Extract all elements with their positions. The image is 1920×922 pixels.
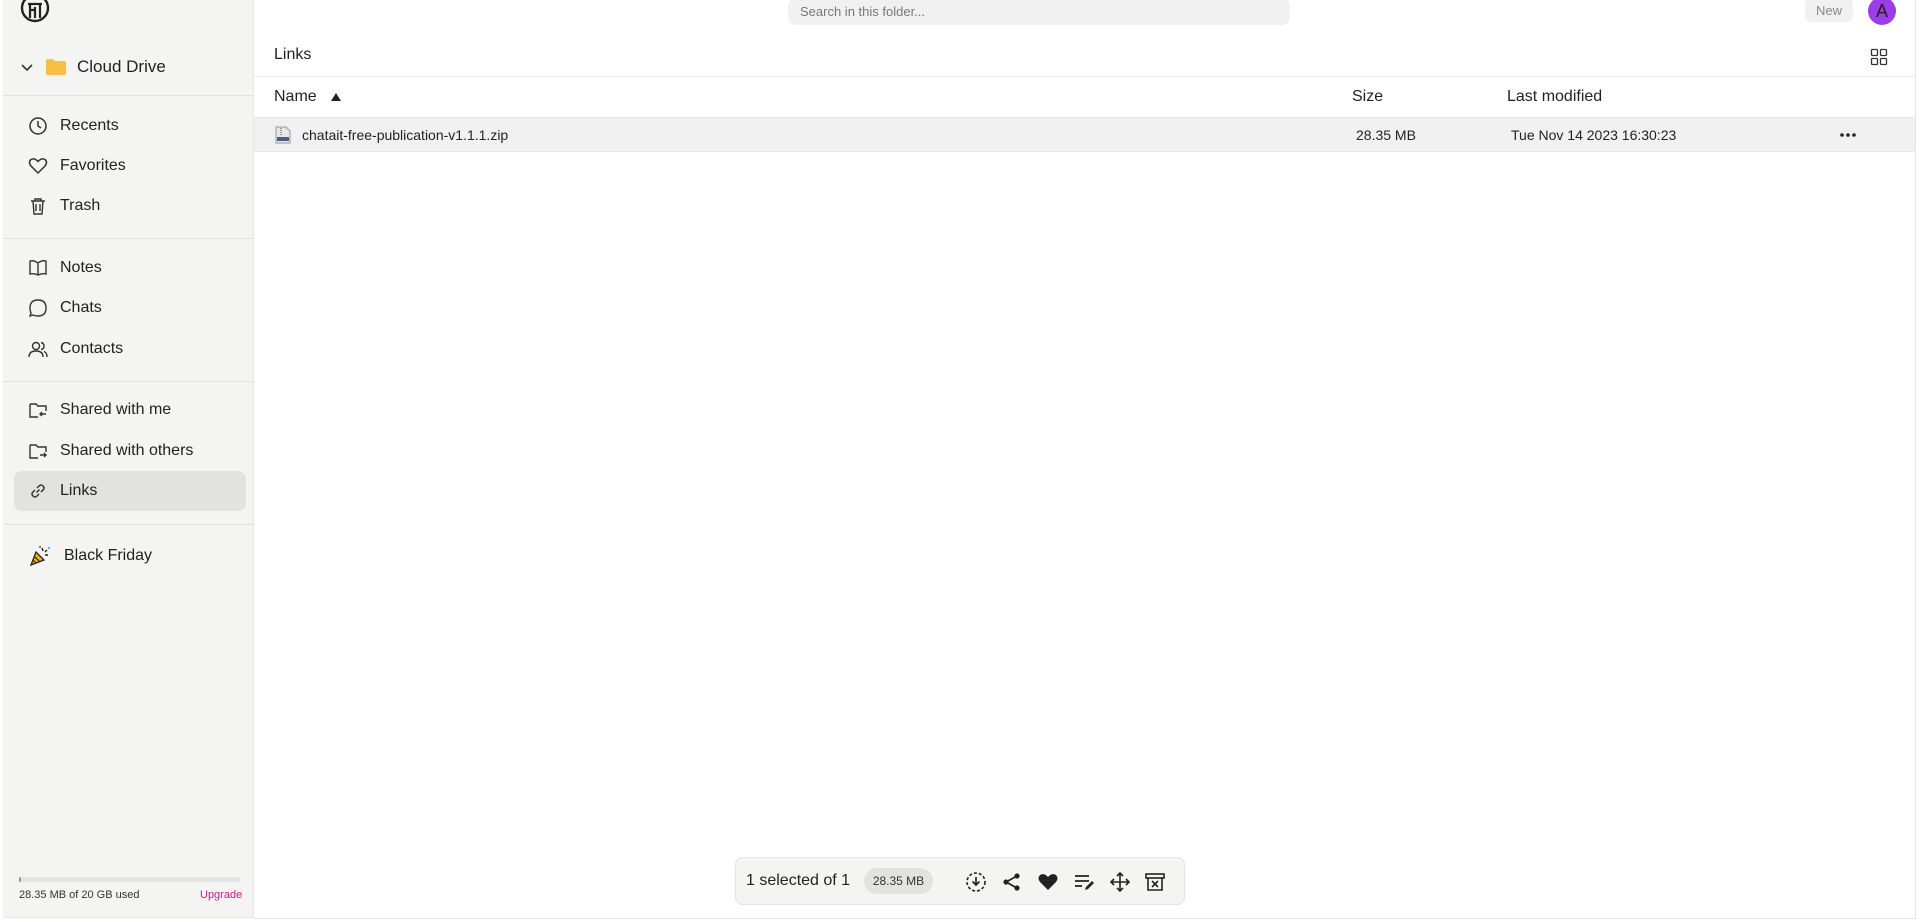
sidebar-item-black-friday[interactable]: Black Friday [14, 536, 246, 576]
cloud-drive-tree[interactable]: Cloud Drive [19, 52, 166, 82]
sidebar-item-label: Shared with me [60, 401, 172, 418]
storage-usage-fill [19, 877, 21, 882]
sort-ascending-icon[interactable] [330, 93, 341, 101]
sidebar-item-contacts[interactable]: Contacts [14, 329, 246, 369]
rename-button[interactable] [1072, 870, 1096, 894]
sidebar-item-trash[interactable]: Trash [14, 186, 246, 226]
table-row[interactable]: chatait-free-publication-v1.1.1.zip 28.3… [254, 118, 1916, 152]
heart-filled-icon [1038, 874, 1058, 890]
party-popper-icon [29, 546, 50, 567]
sidebar-item-shared-with-me[interactable]: Shared with me [14, 390, 246, 430]
sidebar-item-label: Black Friday [64, 547, 153, 564]
upgrade-link[interactable]: Upgrade [200, 889, 242, 901]
chevron-down-icon[interactable] [19, 59, 35, 75]
file-name[interactable]: chatait-free-publication-v1.1.1.zip [302, 127, 508, 143]
download-icon [966, 872, 986, 892]
sidebar-item-label: Favorites [60, 157, 126, 174]
file-modified-date: Tue Nov 14 2023 16:30:23 [1511, 127, 1677, 143]
sidebar-divider [3, 95, 254, 96]
new-button[interactable]: New [1805, 0, 1853, 22]
column-header-label: Last modified [1507, 88, 1603, 105]
sidebar-item-label: Contacts [60, 340, 124, 357]
sidebar-item-shared-with-others[interactable]: Shared with others [14, 431, 246, 471]
sidebar-item-label: Links [60, 482, 98, 499]
chat-bubble-icon [28, 299, 47, 318]
sidebar-item-notes[interactable]: Notes [14, 248, 246, 288]
sidebar-item-label: Notes [60, 259, 102, 276]
app-logo-icon[interactable] [19, 0, 51, 26]
share-icon [1003, 873, 1020, 891]
download-button[interactable] [964, 870, 988, 894]
selection-size-badge: 28.35 MB [864, 868, 933, 894]
sidebar-item-links[interactable]: Links [14, 471, 246, 511]
sidebar-item-recents[interactable]: Recents [14, 106, 246, 146]
column-header-label: Size [1352, 88, 1384, 105]
sidebar-item-label: Shared with others [60, 442, 194, 459]
share-button[interactable] [1000, 870, 1024, 894]
folder-icon [46, 59, 66, 75]
more-options-icon[interactable] [1838, 126, 1858, 144]
link-icon [31, 484, 45, 498]
sidebar-item-label: Recents [60, 117, 119, 134]
selection-action-bar: 1 selected of 1 28.35 MB [735, 857, 1185, 905]
column-header-last-modified[interactable]: Last modified [1507, 88, 1602, 106]
archive-remove-icon [1145, 873, 1165, 891]
rename-icon [1075, 875, 1094, 890]
grid-view-icon[interactable] [1870, 48, 1888, 66]
file-size: 28.35 MB [1356, 127, 1416, 143]
storage-usage-text: 28.35 MB of 20 GB used [19, 889, 140, 901]
sidebar-item-favorites[interactable]: Favorites [14, 146, 246, 186]
window-bottom-border [254, 918, 1916, 919]
zip-file-icon [275, 126, 291, 144]
folder-shared-out-icon [29, 444, 47, 459]
storage-usage-bar [19, 877, 241, 882]
app-window: Cloud Drive Recents Favorites Trash Note… [0, 0, 1920, 922]
column-header-size[interactable]: Size [1352, 88, 1383, 106]
cloud-drive-label: Cloud Drive [77, 57, 166, 76]
sidebar-divider [3, 524, 254, 525]
favorite-button[interactable] [1036, 870, 1060, 894]
users-icon [28, 341, 48, 358]
sidebar-item-label: Trash [60, 197, 101, 214]
column-header-label: Name [274, 88, 317, 105]
folder-shared-in-icon [29, 403, 47, 418]
search-input[interactable] [788, 0, 1290, 25]
column-header-name[interactable]: Name [274, 88, 341, 106]
window-right-border [1915, 0, 1916, 918]
remove-link-button[interactable] [1143, 870, 1167, 894]
sidebar-divider [3, 381, 254, 382]
page-title: Links [274, 46, 312, 63]
trash-icon [31, 198, 45, 215]
move-button[interactable] [1108, 870, 1132, 894]
sidebar: Cloud Drive Recents Favorites Trash Note… [3, 0, 254, 918]
move-arrows-icon [1109, 871, 1131, 893]
heart-icon [28, 158, 48, 175]
selection-count: 1 selected of 1 [746, 872, 851, 889]
sidebar-item-label: Chats [60, 299, 102, 316]
sidebar-item-chats[interactable]: Chats [14, 288, 246, 328]
avatar[interactable]: A [1868, 0, 1896, 25]
table-top-divider [254, 76, 1916, 77]
book-icon [29, 260, 47, 276]
clock-icon [29, 117, 47, 135]
sidebar-divider [3, 238, 254, 239]
